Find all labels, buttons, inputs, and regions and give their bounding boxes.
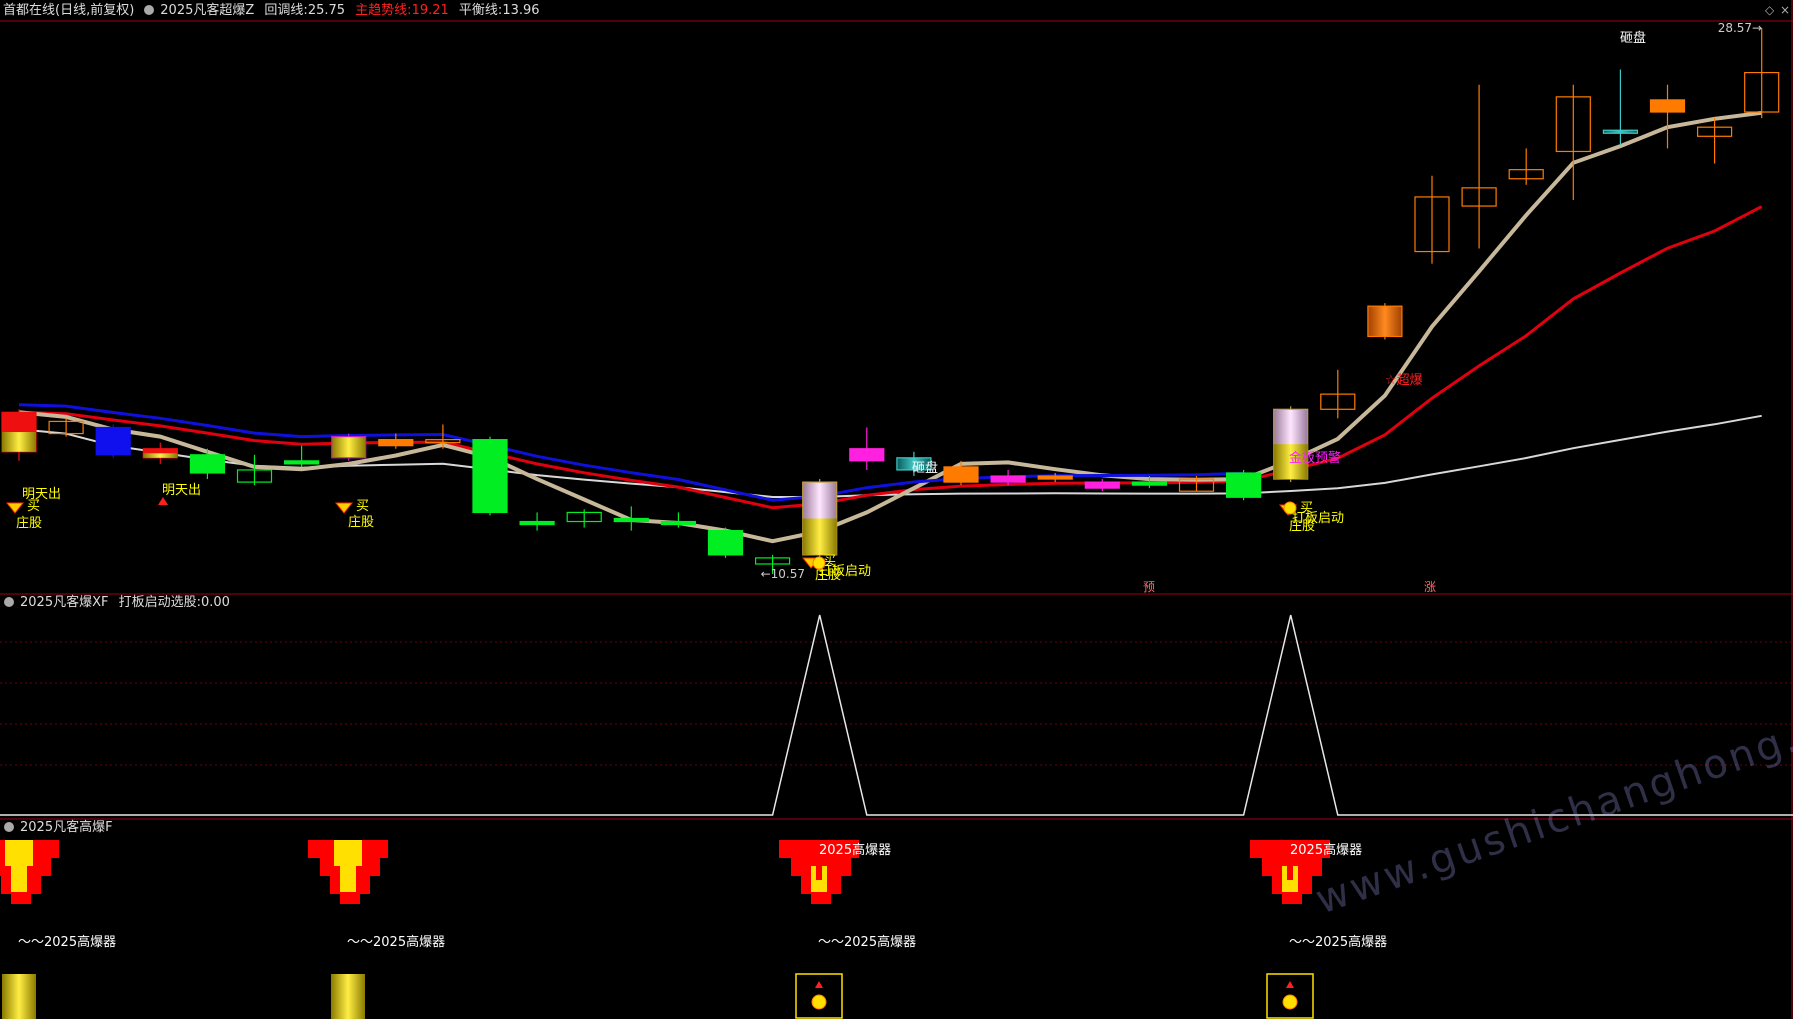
board-start-label-1: 打板启动 [819,564,871,579]
candle-body [943,466,979,483]
main-lines [18,110,1763,544]
candle-body [378,439,414,447]
blue-trend-line [18,403,1244,502]
candles: 28.57→ ←10.57 [1,21,1780,581]
candle-body [1602,129,1639,134]
candle-body [990,475,1026,483]
sub2-plot: 2025高爆器 2025高爆器 ～～2025高爆器 ～～2025高爆器 ～～2025高爆… [0,840,1387,1019]
candle-body [1367,305,1403,338]
red-up-arrow-icon [158,497,168,505]
pre-label: 预 [1143,580,1155,594]
candle-body [189,454,225,474]
candle-body-lower [143,453,178,458]
money-bag-icon [1283,501,1297,515]
flame-1 [0,840,59,904]
candle-body [613,517,649,523]
super-explode-label: ☆超爆 [1385,373,1423,388]
gold-bar-1 [2,974,36,1019]
money-bag-icon [811,994,827,1010]
money-box-2 [1266,973,1314,1019]
highburst-tilde-2: ～～2025高爆器 [347,934,445,950]
highburst-tilde-3: ～～2025高爆器 [818,934,916,950]
candle-body [849,448,885,462]
candle-body [660,520,697,526]
candle-body [331,435,367,459]
close-icon[interactable]: × [1780,3,1790,17]
buy-arrow-icon [334,502,354,514]
candle-body [95,426,131,456]
sub1-grid [0,641,1793,766]
buy-label: 买 [27,499,40,514]
sell-tomorrow-label-2: 明天出 [162,483,201,498]
highburst-tilde-4: ～～2025高爆器 [1289,934,1387,950]
price-high-label: 28.57→ [1718,21,1762,35]
diamond-icon[interactable]: ◇ [1765,3,1775,17]
money-box-1 [795,973,843,1019]
money-bag-icon [812,556,826,570]
candle-body [519,520,555,526]
price-low-label: ←10.57 [761,567,805,581]
candle-body-lower [802,518,837,555]
highburst-label-1: 2025高爆器 [819,842,891,858]
dealer-label-2: 庄股 [348,514,374,530]
candle-body [1131,481,1168,486]
candle-body [284,460,320,465]
board-start-label-2: 打板启动 [1292,511,1344,526]
rise-label: 涨 [1424,579,1436,594]
buy-arrow-icon [5,502,25,514]
chart-canvas[interactable]: ◇ × 28.57→←10.57 明天出 明天出买 买买买庄股 庄股庄股庄股打板启动打… [0,0,1793,1019]
money-bag-icon [1282,994,1298,1010]
candle-body [1037,475,1073,480]
dump-label-1: 砸盘 [912,460,938,476]
flame-2 [308,840,388,904]
candle-body [472,439,508,514]
highburst-label-2: 2025高爆器 [1290,842,1362,858]
retrace-line [18,110,1762,544]
highburst-tilde-1: ～～2025高爆器 [18,934,116,950]
candle-body [707,530,744,556]
gold-bar-2 [331,974,365,1019]
buy-label: 买 [356,499,369,514]
sub1-plot [0,614,1793,816]
candle-body [1649,99,1686,113]
dealer-label-1: 庄股 [16,515,42,531]
sub1-signal-line [0,614,1793,816]
board-warning-label: 金板预警 [1289,450,1341,466]
candle-body [1084,481,1120,489]
candle-body [1225,472,1262,498]
candle-body-lower [2,432,36,452]
dump-label-2: 砸盘 [1620,30,1646,46]
